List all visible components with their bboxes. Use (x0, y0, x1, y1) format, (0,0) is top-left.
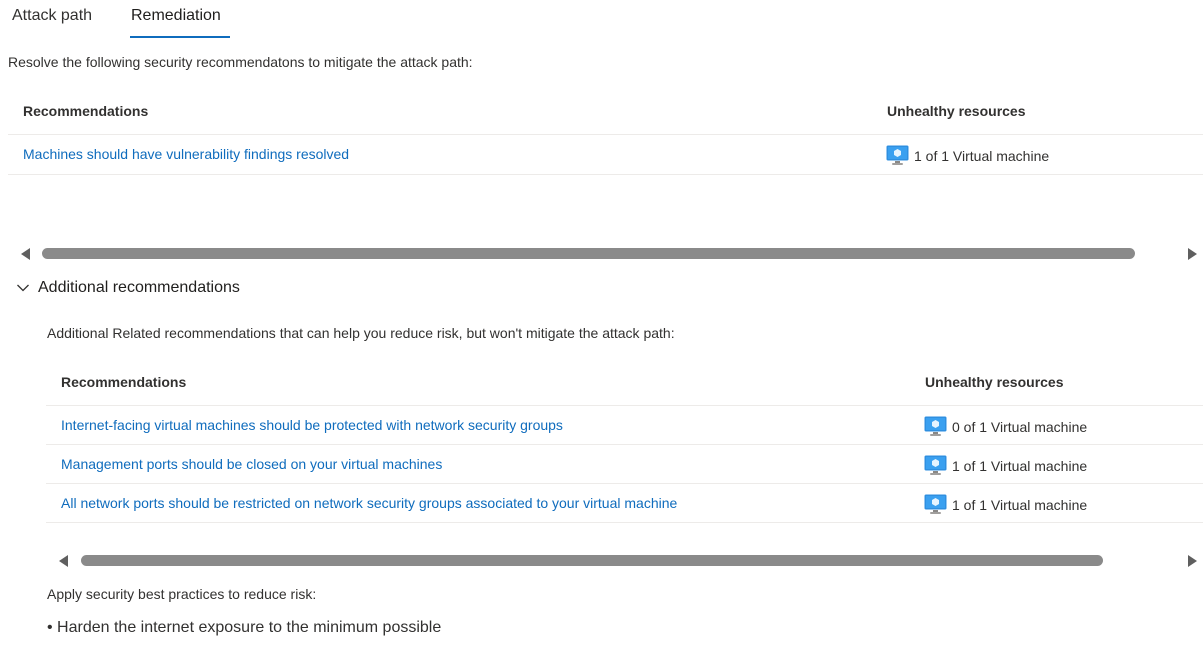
additional-recommendations-title: Additional recommendations (38, 279, 240, 296)
virtual-machine-icon (924, 416, 947, 436)
table-row[interactable]: All network ports should be restricted o… (46, 484, 1203, 523)
header-recommendations[interactable]: Recommendations (61, 374, 186, 390)
best-practice-item: • Harden the internet exposure to the mi… (47, 619, 442, 636)
unhealthy-count: 1 of 1 Virtual machine (952, 496, 1088, 513)
scroll-left-icon[interactable] (21, 248, 30, 260)
recommendation-link[interactable]: All network ports should be restricted o… (61, 495, 677, 511)
header-unhealthy-resources[interactable]: Unhealthy resources (925, 374, 1064, 390)
unhealthy-resources-cell: 1 of 1 Virtual machine (924, 455, 1087, 476)
scrollbar-thumb[interactable] (81, 555, 1103, 566)
tab-attack-path[interactable]: Attack path (12, 7, 92, 25)
unhealthy-resources-cell: 1 of 1 Virtual machine (924, 494, 1087, 515)
scroll-right-icon[interactable] (1188, 555, 1197, 567)
unhealthy-resources-cell: 1 of 1 Virtual machine (886, 145, 1049, 166)
scrollbar-thumb[interactable] (42, 248, 1135, 259)
unhealthy-count: 1 of 1 Virtual machine (914, 147, 1050, 164)
header-recommendations[interactable]: Recommendations (23, 103, 148, 119)
recommendations-table: Recommendations Unhealthy resources Mach… (8, 90, 1203, 175)
horizontal-scrollbar[interactable] (0, 243, 1203, 263)
table-header: Recommendations Unhealthy resources (46, 361, 1203, 406)
additional-intro: Additional Related recommendations that … (47, 325, 675, 341)
virtual-machine-icon (924, 494, 947, 514)
table-row[interactable]: Management ports should be closed on you… (46, 445, 1203, 484)
recommendation-link[interactable]: Management ports should be closed on you… (61, 456, 442, 472)
additional-recommendations-table: Recommendations Unhealthy resources Inte… (46, 361, 1203, 523)
additional-recommendations-toggle[interactable]: Additional recommendations (16, 279, 240, 297)
best-practices-label: Apply security best practices to reduce … (47, 586, 317, 602)
unhealthy-count: 1 of 1 Virtual machine (952, 457, 1088, 474)
recommendation-link[interactable]: Internet-facing virtual machines should … (61, 417, 563, 433)
scroll-left-icon[interactable] (59, 555, 68, 567)
horizontal-scrollbar[interactable] (46, 550, 1203, 570)
virtual-machine-icon (924, 455, 947, 475)
tab-bar: Attack path Remediation (0, 0, 1203, 40)
virtual-machine-icon (886, 145, 909, 165)
unhealthy-count: 0 of 1 Virtual machine (952, 418, 1088, 435)
tab-remediation[interactable]: Remediation (131, 7, 221, 25)
table-header: Recommendations Unhealthy resources (8, 90, 1203, 135)
header-unhealthy-resources[interactable]: Unhealthy resources (887, 103, 1026, 119)
table-row[interactable]: Machines should have vulnerability findi… (8, 135, 1203, 175)
remediation-intro: Resolve the following security recommend… (8, 54, 473, 70)
unhealthy-resources-cell: 0 of 1 Virtual machine (924, 416, 1087, 437)
table-row[interactable]: Internet-facing virtual machines should … (46, 406, 1203, 445)
recommendation-link[interactable]: Machines should have vulnerability findi… (23, 146, 349, 162)
chevron-down-icon (17, 284, 29, 292)
active-tab-indicator (130, 36, 230, 38)
scroll-right-icon[interactable] (1188, 248, 1197, 260)
